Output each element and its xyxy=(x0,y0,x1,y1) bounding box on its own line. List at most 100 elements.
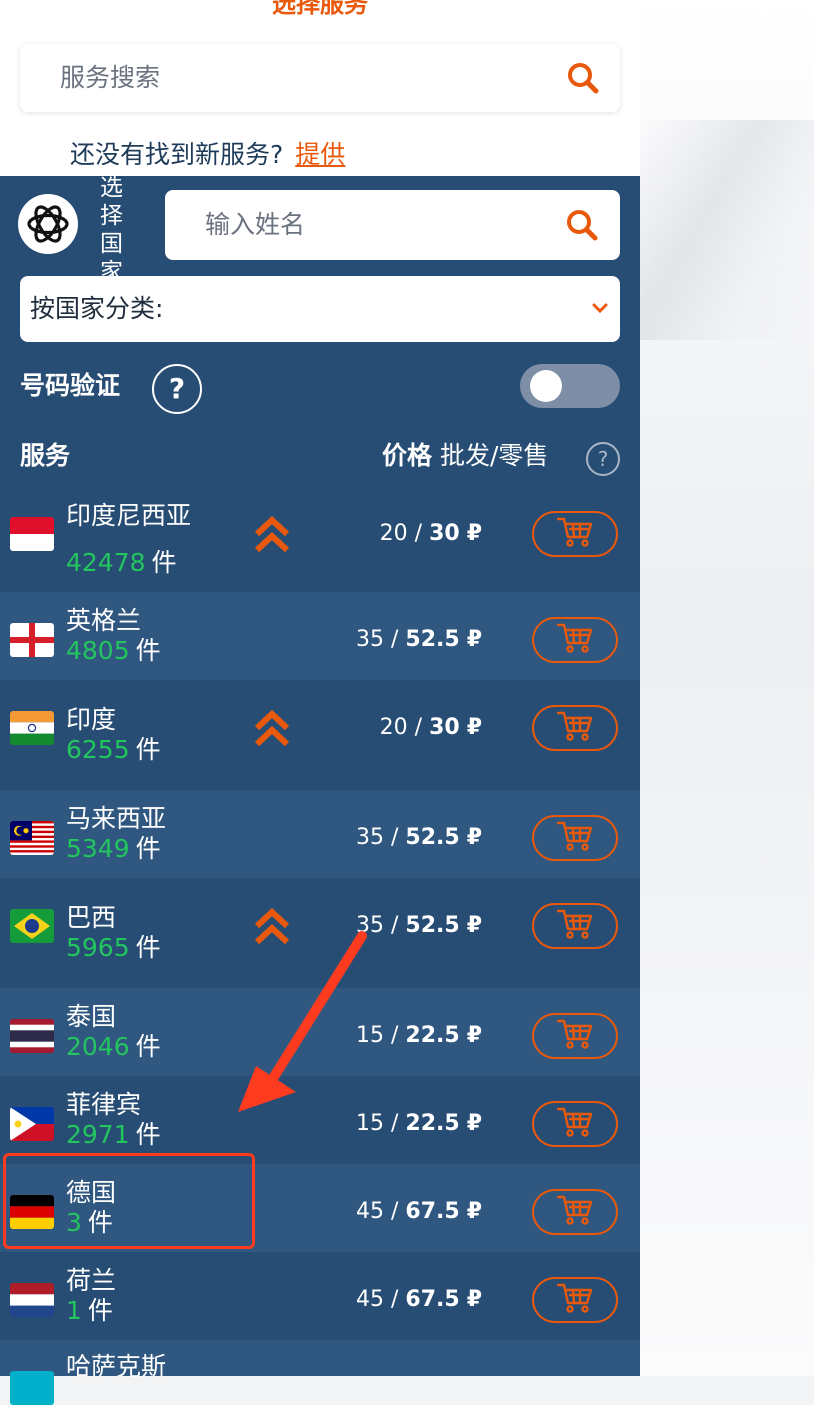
country-row: 哈萨克斯 xyxy=(0,1340,640,1405)
count-unit: 件 xyxy=(135,933,161,962)
price-retail: 52.5 xyxy=(405,627,460,652)
count-unit: 件 xyxy=(135,1120,161,1149)
price: 45 / 67.5 ₽ xyxy=(356,1287,482,1312)
header-service: 服务 xyxy=(20,441,71,470)
flag-icon xyxy=(10,1107,54,1141)
country-count: 6255 件 xyxy=(66,735,161,764)
chevron-down-icon xyxy=(592,303,608,314)
price-retail: 30 xyxy=(429,715,460,740)
country-count: 1件 xyxy=(66,1296,113,1325)
search-icon[interactable] xyxy=(565,208,599,242)
count-number: 5349 xyxy=(66,834,130,863)
country-count: 2971 件 xyxy=(66,1120,161,1149)
price-wholesale: 15 xyxy=(356,1023,384,1048)
help-icon[interactable]: ? xyxy=(152,364,202,414)
country-row: 巴西 5965 件 35 / 52.5 ₽ xyxy=(0,878,640,988)
price-retail: 22.5 xyxy=(405,1023,460,1048)
section-title: 选择服务 xyxy=(272,0,368,18)
toggle-knob xyxy=(530,370,562,402)
cart-icon xyxy=(556,1281,594,1319)
price: 20 / 30 ₽ xyxy=(379,521,482,546)
service-search-input[interactable]: 服务搜索 xyxy=(20,44,620,112)
price-retail: 67.5 xyxy=(405,1199,460,1224)
price: 45 / 67.5 ₽ xyxy=(356,1199,482,1224)
country-row: 英格兰 4805 件 35 / 52.5 ₽ xyxy=(0,592,640,680)
price: 35 / 52.5 ₽ xyxy=(356,627,482,652)
country-name-search-placeholder: 输入姓名 xyxy=(205,210,306,239)
flag-icon xyxy=(10,623,54,657)
price-wholesale: 45 xyxy=(356,1287,384,1312)
country-count: 5965 件 xyxy=(66,933,161,962)
country-row: 马来西亚 5349 件 35 / 52.5 ₽ xyxy=(0,790,640,878)
cart-button[interactable] xyxy=(532,1013,618,1059)
header-price: 价格 批发/零售 xyxy=(382,438,548,474)
price-wholesale: 15 xyxy=(356,1111,384,1136)
country-name: 马来西亚 xyxy=(66,804,167,833)
number-verify-toggle[interactable] xyxy=(520,364,620,408)
currency-symbol: ₽ xyxy=(466,1287,482,1312)
country-name: 哈萨克斯 xyxy=(66,1352,167,1381)
price-retail: 22.5 xyxy=(405,1111,460,1136)
search-icon[interactable] xyxy=(566,61,600,95)
cart-button[interactable] xyxy=(532,815,618,861)
annotation-highlight-box xyxy=(3,1153,255,1249)
not-found-text: 还没有找到新服务? xyxy=(70,140,284,169)
price-retail: 30 xyxy=(429,521,460,546)
flag-icon xyxy=(10,711,54,745)
price-wholesale: 35 xyxy=(356,825,384,850)
price-help-icon[interactable]: ? xyxy=(586,442,620,476)
count-unit: 件 xyxy=(135,735,161,764)
double-chevron-up-icon xyxy=(252,514,292,554)
country-row: 荷兰 1 件 45 / 67.5 ₽ xyxy=(0,1252,640,1340)
country-name-search-input[interactable]: 输入姓名 xyxy=(165,190,620,260)
price: 15 / 22.5 ₽ xyxy=(356,1023,482,1048)
cart-button[interactable] xyxy=(532,705,618,751)
country-name: 菲律宾 xyxy=(66,1090,142,1119)
cart-button[interactable] xyxy=(532,1189,618,1235)
cart-button[interactable] xyxy=(532,617,618,663)
country-count: 5349 件 xyxy=(66,834,161,863)
cart-button[interactable] xyxy=(532,1101,618,1147)
header-price-sub: 批发/零售 xyxy=(439,441,549,470)
flag-icon xyxy=(10,1371,54,1405)
service-search-placeholder: 服务搜索 xyxy=(60,63,161,92)
openai-logo-icon xyxy=(18,194,78,254)
cart-icon xyxy=(556,1017,594,1055)
count-unit: 件 xyxy=(135,636,161,665)
currency-symbol: ₽ xyxy=(466,1023,482,1048)
count-number: 6255 xyxy=(66,735,130,764)
price-retail: 52.5 xyxy=(405,825,460,850)
count-unit: 件 xyxy=(87,1296,113,1325)
double-chevron-up-icon xyxy=(252,906,292,946)
country-name: 英格兰 xyxy=(66,606,142,635)
currency-symbol: ₽ xyxy=(466,1111,482,1136)
cart-button[interactable] xyxy=(532,1277,618,1323)
country-row: 菲律宾 2971 件 15 / 22.5 ₽ xyxy=(0,1076,640,1164)
cart-icon xyxy=(556,621,594,659)
price-wholesale: 35 xyxy=(356,627,384,652)
flag-icon xyxy=(10,909,54,943)
price: 35 / 52.5 ₽ xyxy=(356,913,482,938)
country-name: 印度 xyxy=(66,705,117,734)
currency-symbol: ₽ xyxy=(466,715,482,740)
price-wholesale: 20 xyxy=(379,521,408,546)
price: 15 / 22.5 ₽ xyxy=(356,1111,482,1136)
count-number: 2971 xyxy=(66,1120,130,1149)
flag-icon xyxy=(10,1019,54,1053)
count-number: 5965 xyxy=(66,933,130,962)
cart-button[interactable] xyxy=(532,903,618,949)
sort-by-country-select[interactable]: 按国家分类: xyxy=(20,276,620,342)
cart-button[interactable] xyxy=(532,511,618,557)
country-name: 泰国 xyxy=(66,1002,117,1031)
count-number: 2046 xyxy=(66,1032,130,1061)
offer-link[interactable]: 提供 xyxy=(295,140,345,169)
cart-icon xyxy=(556,709,594,747)
number-verify-label: 号码验证 xyxy=(20,371,121,400)
currency-symbol: ₽ xyxy=(466,1199,482,1224)
sort-by-country-label: 按国家分类: xyxy=(30,294,164,323)
service-section: 选择服务 服务搜索 还没有找到新服务? 提供 xyxy=(0,0,640,176)
country-row: 印度 6255 件 20 / 30 ₽ xyxy=(0,680,640,790)
count-unit: 件 xyxy=(135,834,161,863)
price-retail: 67.5 xyxy=(405,1287,460,1312)
price: 35 / 52.5 ₽ xyxy=(356,825,482,850)
